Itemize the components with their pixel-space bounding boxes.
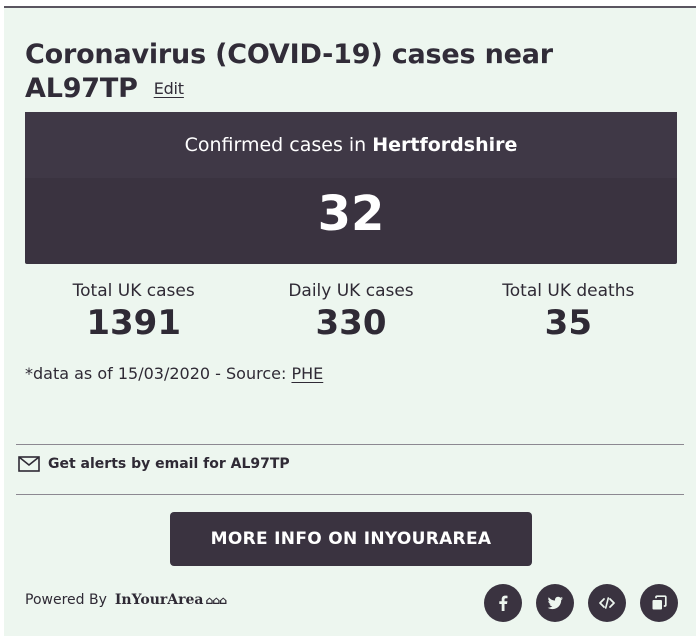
facebook-icon xyxy=(499,595,508,611)
postcode: AL97TP xyxy=(25,73,138,104)
edit-postcode-link[interactable]: Edit xyxy=(154,79,184,99)
stat-label: Daily UK cases xyxy=(288,281,414,301)
data-source-note: *data as of 15/03/2020 - Source: PHE xyxy=(25,364,323,383)
powered-by-label: Powered By xyxy=(25,592,107,608)
inyourarea-logo[interactable]: InYourArea ⌂⌂⌂ xyxy=(114,592,228,608)
stat-label: Total UK deaths xyxy=(502,281,635,301)
source-text: *data as of 15/03/2020 - Source: xyxy=(25,364,287,383)
local-area-name: Hertfordshire xyxy=(372,134,518,156)
powered-by: Powered By InYourArea ⌂⌂⌂ xyxy=(25,592,228,608)
copy-button[interactable] xyxy=(640,584,678,622)
copy-icon xyxy=(652,595,667,610)
divider xyxy=(16,494,684,495)
local-cases-count: 32 xyxy=(317,186,385,242)
stat-value: 330 xyxy=(315,303,387,343)
stat-total-uk-deaths: Total UK deaths 35 xyxy=(460,280,677,344)
source-link[interactable]: PHE xyxy=(291,364,323,383)
local-cases-label: Confirmed cases in xyxy=(184,134,367,156)
heading-title: Coronavirus (COVID-19) cases near xyxy=(25,39,553,70)
embed-code-icon xyxy=(599,597,615,609)
twitter-icon xyxy=(547,596,563,610)
stat-label: Total UK cases xyxy=(72,281,195,301)
stat-total-uk-cases: Total UK cases 1391 xyxy=(25,280,242,344)
email-alerts-label: Get alerts by email for AL97TP xyxy=(48,456,290,472)
mail-icon xyxy=(18,456,40,472)
twitter-share-button[interactable] xyxy=(536,584,574,622)
covid-widget: Coronavirus (COVID-19) cases near AL97TP… xyxy=(4,6,696,636)
heading-postcode-row: AL97TP Edit xyxy=(25,72,675,106)
brand-name: InYourArea xyxy=(114,592,204,608)
divider xyxy=(16,444,684,445)
email-alerts-link[interactable]: Get alerts by email for AL97TP xyxy=(18,456,290,472)
more-info-button[interactable]: MORE INFO ON INYOURAREA xyxy=(170,512,532,566)
social-share-buttons xyxy=(484,584,678,622)
stat-daily-uk-cases: Daily UK cases 330 xyxy=(242,280,459,344)
local-cases-header: Confirmed cases in Hertfordshire xyxy=(25,112,677,178)
houses-icon: ⌂⌂⌂ xyxy=(205,593,228,607)
local-cases-panel: Confirmed cases in Hertfordshire 32 xyxy=(25,112,677,264)
stat-value: 1391 xyxy=(86,303,181,343)
facebook-share-button[interactable] xyxy=(484,584,522,622)
uk-stats: Total UK cases 1391 Daily UK cases 330 T… xyxy=(25,280,677,344)
widget-heading: Coronavirus (COVID-19) cases near AL97TP… xyxy=(25,38,675,106)
embed-code-button[interactable] xyxy=(588,584,626,622)
stat-value: 35 xyxy=(544,303,592,343)
